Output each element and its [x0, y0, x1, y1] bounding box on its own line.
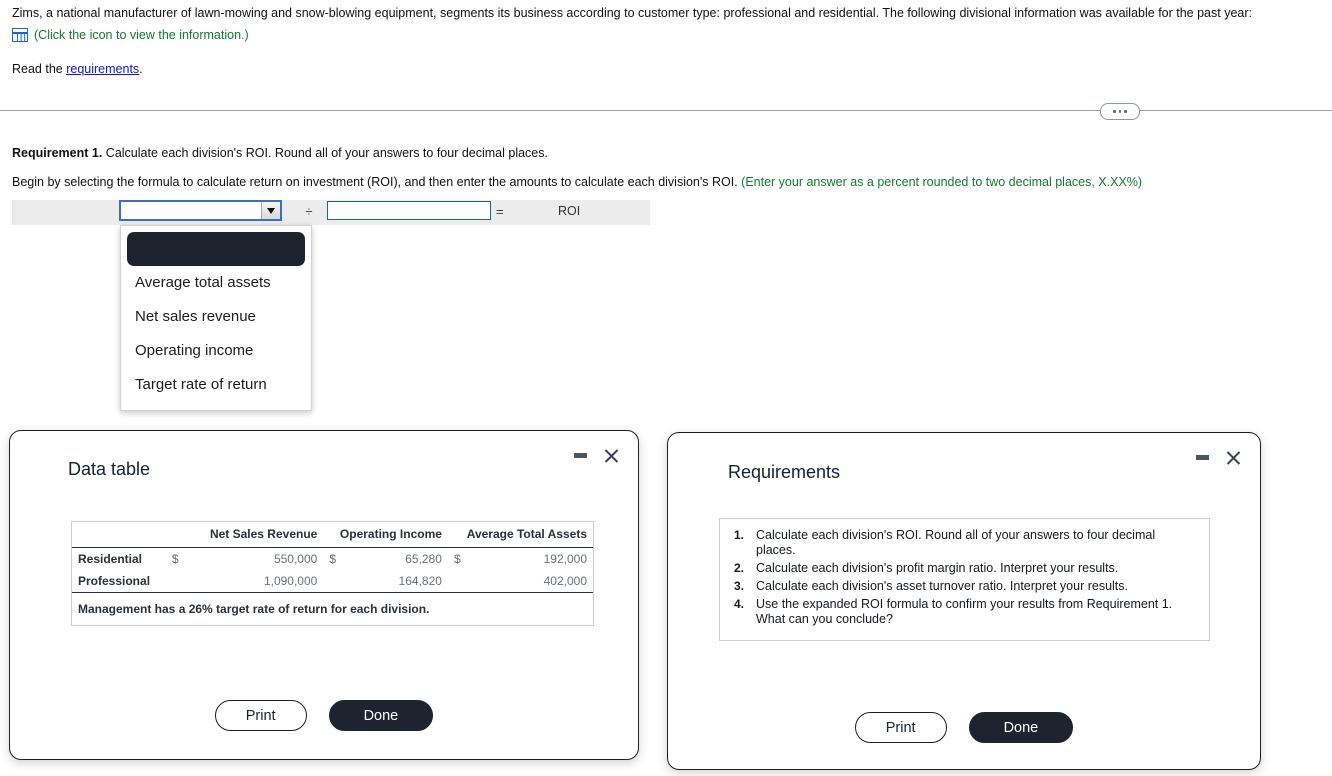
intro-paragraph: Zims, a national manufacturer of lawn-mo… [12, 6, 1252, 20]
column-header-net-sales-revenue: Net Sales Revenue [189, 522, 324, 548]
dropdown-option-operating-income[interactable]: Operating income [121, 334, 311, 368]
minimize-icon[interactable] [1196, 455, 1209, 460]
requirements-list: 1. Calculate each division's ROI. Round … [719, 518, 1210, 641]
close-icon[interactable] [1225, 449, 1242, 466]
numerator-select[interactable] [119, 200, 282, 221]
print-button[interactable]: Print [854, 712, 947, 743]
data-table-footer: Print Done [10, 700, 638, 731]
ellipsis-dot [1118, 110, 1122, 113]
column-header-blank [72, 522, 190, 548]
target-rate-note: Management has a 26% target rate of retu… [78, 602, 430, 616]
dropdown-option-blank[interactable] [127, 232, 305, 266]
residential-operating-income: 65,280 [405, 552, 442, 566]
chevron-down-icon [267, 207, 275, 214]
requirements-window-controls [1196, 449, 1242, 466]
column-header-operating-income: Operating Income [323, 522, 448, 548]
roi-result-label: ROI [558, 204, 581, 218]
requirement-1-text: Calculate each division's ROI. Round all… [105, 146, 548, 160]
section-divider [0, 103, 1332, 120]
dropdown-option-average-total-assets[interactable]: Average total assets [121, 266, 311, 300]
table-header-row: Net Sales Revenue Operating Income Avera… [72, 522, 593, 548]
read-suffix: . [139, 62, 143, 76]
requirement-1-label: Requirement 1. [12, 146, 103, 160]
table-row: Professional 1,090,000 164,820 402,000 [72, 570, 593, 593]
requirement-text: Calculate each division's profit margin … [756, 561, 1119, 575]
requirement-text: Calculate each division's asset turnover… [756, 579, 1129, 593]
professional-net-sales-currency [165, 570, 190, 593]
row-label-professional: Professional [72, 570, 166, 593]
requirements-footer: Print Done [668, 712, 1260, 743]
requirements-titlebar: Requirements [668, 433, 1260, 491]
column-header-average-total-assets: Average Total Assets [447, 522, 593, 548]
professional-operating-income: 164,820 [347, 570, 448, 593]
residential-net-sales-revenue: 550,000 [273, 552, 318, 566]
requirement-text: Calculate each division's ROI. Round all… [756, 528, 1156, 557]
begin-hint: (Enter your answer as a percent rounded … [741, 175, 1143, 189]
requirements-link[interactable]: requirements [66, 62, 139, 76]
division-table: Net Sales Revenue Operating Income Avera… [72, 522, 593, 593]
collapse-ellipsis-button[interactable] [1100, 103, 1140, 120]
list-item: 2. Calculate each division's profit marg… [730, 561, 1197, 576]
numerator-dropdown-list[interactable]: Average total assets Net sales revenue O… [120, 225, 312, 411]
ellipsis-dot [1124, 110, 1127, 113]
requirement-number: 3. [734, 579, 745, 593]
read-requirements-line: Read the requirements. [12, 62, 1322, 76]
requirement-1-heading: Requirement 1. Calculate each division's… [12, 145, 1322, 162]
roi-formula-bar: ÷ = ROI [12, 200, 650, 225]
requirements-dialog: Requirements 1. Calculate each division'… [667, 432, 1261, 770]
requirement-number: 4. [734, 597, 745, 611]
problem-intro: Zims, a national manufacturer of lawn-mo… [12, 5, 1322, 76]
requirement-number: 2. [734, 561, 745, 575]
begin-text: Begin by selecting the formula to calcul… [12, 175, 738, 189]
ellipsis-dot [1113, 110, 1116, 113]
data-table-title: Data table [68, 459, 151, 479]
list-item: 1. Calculate each division's ROI. Round … [730, 528, 1197, 558]
equals-operator: = [496, 204, 504, 219]
list-item: 4. Use the expanded ROI formula to confi… [730, 597, 1197, 627]
data-table-dialog: Data table Net Sales Revenue Operating I… [9, 430, 639, 760]
data-table-titlebar: Data table [10, 431, 638, 489]
divide-operator: ÷ [305, 204, 313, 219]
data-table-window-controls [574, 447, 620, 464]
table-grid-icon[interactable] [12, 28, 28, 42]
division-data-table: Net Sales Revenue Operating Income Avera… [71, 521, 594, 626]
denominator-input[interactable] [327, 201, 491, 220]
professional-operating-currency [323, 570, 348, 593]
residential-average-total-assets: 192,000 [543, 552, 587, 566]
close-icon[interactable] [603, 447, 620, 464]
residential-assets-currency: $ [453, 552, 461, 566]
requirement-number: 1. [734, 528, 745, 542]
professional-net-sales-revenue: 1,090,000 [189, 570, 324, 593]
read-prefix: Read the [12, 62, 63, 76]
professional-average-total-assets: 402,000 [471, 570, 593, 593]
requirement-1-section: Requirement 1. Calculate each division's… [12, 145, 1322, 191]
dropdown-arrow-button[interactable] [261, 202, 280, 219]
requirement-text: Use the expanded ROI formula to confirm … [756, 597, 1173, 626]
dropdown-option-net-sales-revenue[interactable]: Net sales revenue [121, 300, 311, 334]
numerator-select-value [121, 202, 261, 219]
data-table-icon-row[interactable]: (Click the icon to view the information.… [12, 28, 1322, 42]
requirements-title: Requirements [728, 462, 841, 482]
icon-hint-text: (Click the icon to view the information.… [34, 28, 249, 42]
row-label-residential: Residential [78, 552, 143, 566]
done-button[interactable]: Done [968, 712, 1074, 743]
residential-net-sales-currency: $ [171, 552, 179, 566]
begin-instruction: Begin by selecting the formula to calcul… [12, 174, 1322, 191]
list-item: 3. Calculate each division's asset turno… [730, 579, 1197, 594]
minimize-icon[interactable] [574, 453, 587, 458]
print-button[interactable]: Print [214, 700, 307, 731]
dropdown-option-target-rate-of-return[interactable]: Target rate of return [121, 368, 311, 402]
done-button[interactable]: Done [328, 700, 434, 731]
residential-operating-currency: $ [329, 552, 337, 566]
table-row: Residential $ 550,000 $ 65,280 $ 192,000 [72, 548, 593, 571]
professional-assets-currency [447, 570, 472, 593]
